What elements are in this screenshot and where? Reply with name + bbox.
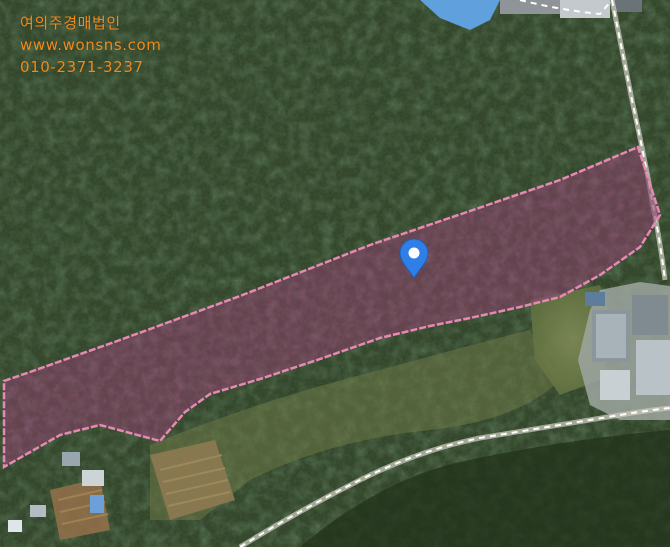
watermark-website: www.wonsns.com: [20, 36, 162, 54]
watermark: 여의주경매법인 www.wonsns.com 010-2371-3237: [20, 12, 162, 78]
buildings-right: [578, 282, 670, 420]
watermark-company: 여의주경매법인: [20, 14, 121, 32]
watermark-phone: 010-2371-3237: [20, 58, 144, 76]
map-viewport[interactable]: 여의주경매법인 www.wonsns.com 010-2371-3237: [0, 0, 670, 547]
satellite-map[interactable]: [0, 0, 670, 547]
